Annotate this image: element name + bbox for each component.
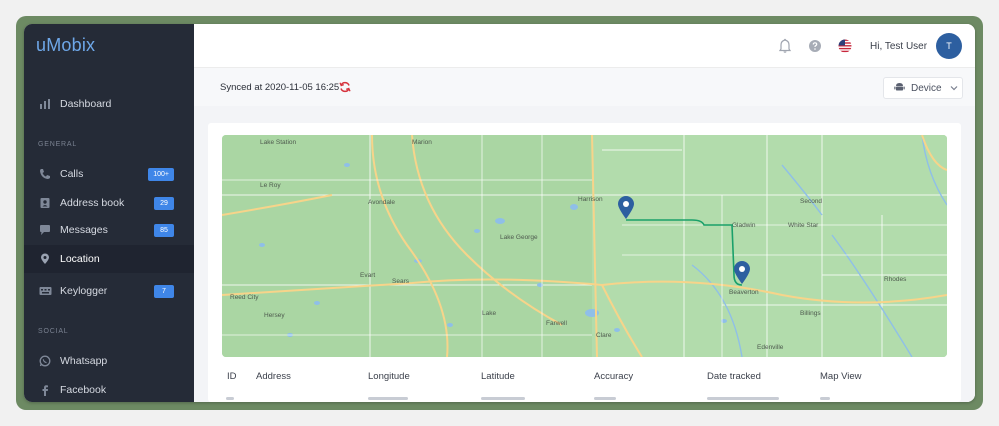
- sidebar-item-address-book[interactable]: Address book 29: [24, 189, 194, 217]
- map-label: Rhodes: [884, 276, 907, 283]
- section-social: SOCIAL: [38, 328, 69, 335]
- table-row: [594, 397, 616, 400]
- sidebar-item-label: Keylogger: [60, 285, 108, 297]
- bell-icon[interactable]: [777, 38, 793, 54]
- location-map[interactable]: Lake Station Marion Harrison Le Roy Avon…: [222, 135, 947, 357]
- phone-icon: [38, 167, 52, 181]
- bar-chart-icon: [38, 97, 52, 111]
- col-id: ID: [227, 371, 237, 382]
- keyboard-icon: [38, 284, 52, 298]
- map-label: Lake: [482, 310, 496, 317]
- col-date-tracked: Date tracked: [707, 371, 761, 382]
- main-content: Synced at 2020-11-05 16:25 Device Lake S…: [194, 68, 975, 402]
- calls-badge: 100+: [148, 167, 174, 181]
- app-window: uMobix Dashboard GENERAL Calls 100+ Addr…: [24, 24, 975, 402]
- sidebar-item-dashboard[interactable]: Dashboard: [24, 90, 194, 118]
- map-label: Marion: [412, 139, 432, 146]
- android-icon: [894, 81, 905, 95]
- map-label: Lake Station: [260, 139, 297, 146]
- help-icon[interactable]: [807, 38, 823, 54]
- sidebar-item-whatsapp[interactable]: Whatsapp: [24, 347, 194, 375]
- avatar[interactable]: T: [936, 33, 962, 59]
- sidebar-item-label: Dashboard: [60, 98, 112, 110]
- table-row: [707, 397, 779, 400]
- sidebar-item-label: Calls: [60, 168, 84, 180]
- sidebar-item-location[interactable]: Location: [24, 245, 194, 273]
- col-longitude: Longitude: [368, 371, 410, 382]
- sidebar-item-calls[interactable]: Calls 100+: [24, 160, 194, 188]
- map-pin-icon: [38, 252, 52, 266]
- col-accuracy: Accuracy: [594, 371, 634, 382]
- sidebar-item-keylogger[interactable]: Keylogger 7: [24, 277, 194, 305]
- map-label: Hersey: [264, 312, 285, 319]
- sidebar-item-label: Address book: [60, 197, 125, 209]
- whatsapp-icon: [38, 354, 52, 368]
- map-canvas[interactable]: Lake Station Marion Harrison Le Roy Avon…: [222, 135, 947, 357]
- table-row: [226, 397, 234, 400]
- section-general: GENERAL: [38, 141, 78, 148]
- map-label: Evart: [360, 272, 375, 279]
- map-label: Gladwin: [732, 222, 756, 229]
- map-label: Le Roy: [260, 182, 281, 189]
- sidebar-item-facebook[interactable]: Facebook: [24, 376, 194, 402]
- map-label: Edenville: [757, 344, 784, 351]
- refresh-icon[interactable]: [339, 80, 351, 93]
- sidebar-item-messages[interactable]: Messages 85: [24, 216, 194, 244]
- top-header: Hi, Test User T: [194, 24, 975, 68]
- table-row: [481, 397, 525, 400]
- col-map-view: Map View: [820, 371, 862, 382]
- device-dropdown[interactable]: Device: [883, 77, 963, 99]
- map-label: Reed City: [230, 294, 259, 301]
- keylogger-badge: 7: [154, 284, 174, 298]
- sync-bar: Synced at 2020-11-05 16:25 Device: [194, 68, 975, 106]
- sidebar-item-label: Location: [60, 253, 100, 265]
- map-label: Avondale: [368, 199, 395, 206]
- map-label: Farwell: [546, 320, 568, 327]
- location-card: Lake Station Marion Harrison Le Roy Avon…: [208, 123, 961, 402]
- map-label: Billings: [800, 310, 821, 317]
- sidebar-item-label: Messages: [60, 224, 108, 236]
- app-logo[interactable]: uMobix: [36, 35, 95, 56]
- address-book-badge: 29: [154, 196, 174, 210]
- user-greeting[interactable]: Hi, Test User: [870, 41, 927, 52]
- device-label: Device: [911, 82, 942, 94]
- sidebar-item-label: Facebook: [60, 384, 107, 396]
- col-latitude: Latitude: [481, 371, 515, 382]
- sync-status: Synced at 2020-11-05 16:25: [220, 82, 340, 93]
- facebook-icon: [38, 383, 52, 397]
- map-label: Second: [800, 198, 822, 205]
- map-label: Lake George: [500, 234, 538, 241]
- map-label: Sears: [392, 278, 410, 285]
- map-label: Clare: [596, 332, 612, 339]
- table-row: [820, 397, 830, 400]
- sidebar-item-label: Whatsapp: [60, 355, 108, 367]
- chat-icon: [38, 223, 52, 237]
- contact-icon: [38, 196, 52, 210]
- map-label: Beaverton: [729, 289, 759, 296]
- table-row: [368, 397, 408, 400]
- map-label: White Star: [788, 222, 819, 229]
- messages-badge: 85: [154, 223, 174, 237]
- us-flag-icon[interactable]: [837, 38, 853, 54]
- chevron-down-icon: [950, 83, 958, 94]
- map-label: Harrison: [578, 196, 603, 203]
- col-address: Address: [256, 371, 291, 382]
- sidebar: uMobix Dashboard GENERAL Calls 100+ Addr…: [24, 24, 194, 402]
